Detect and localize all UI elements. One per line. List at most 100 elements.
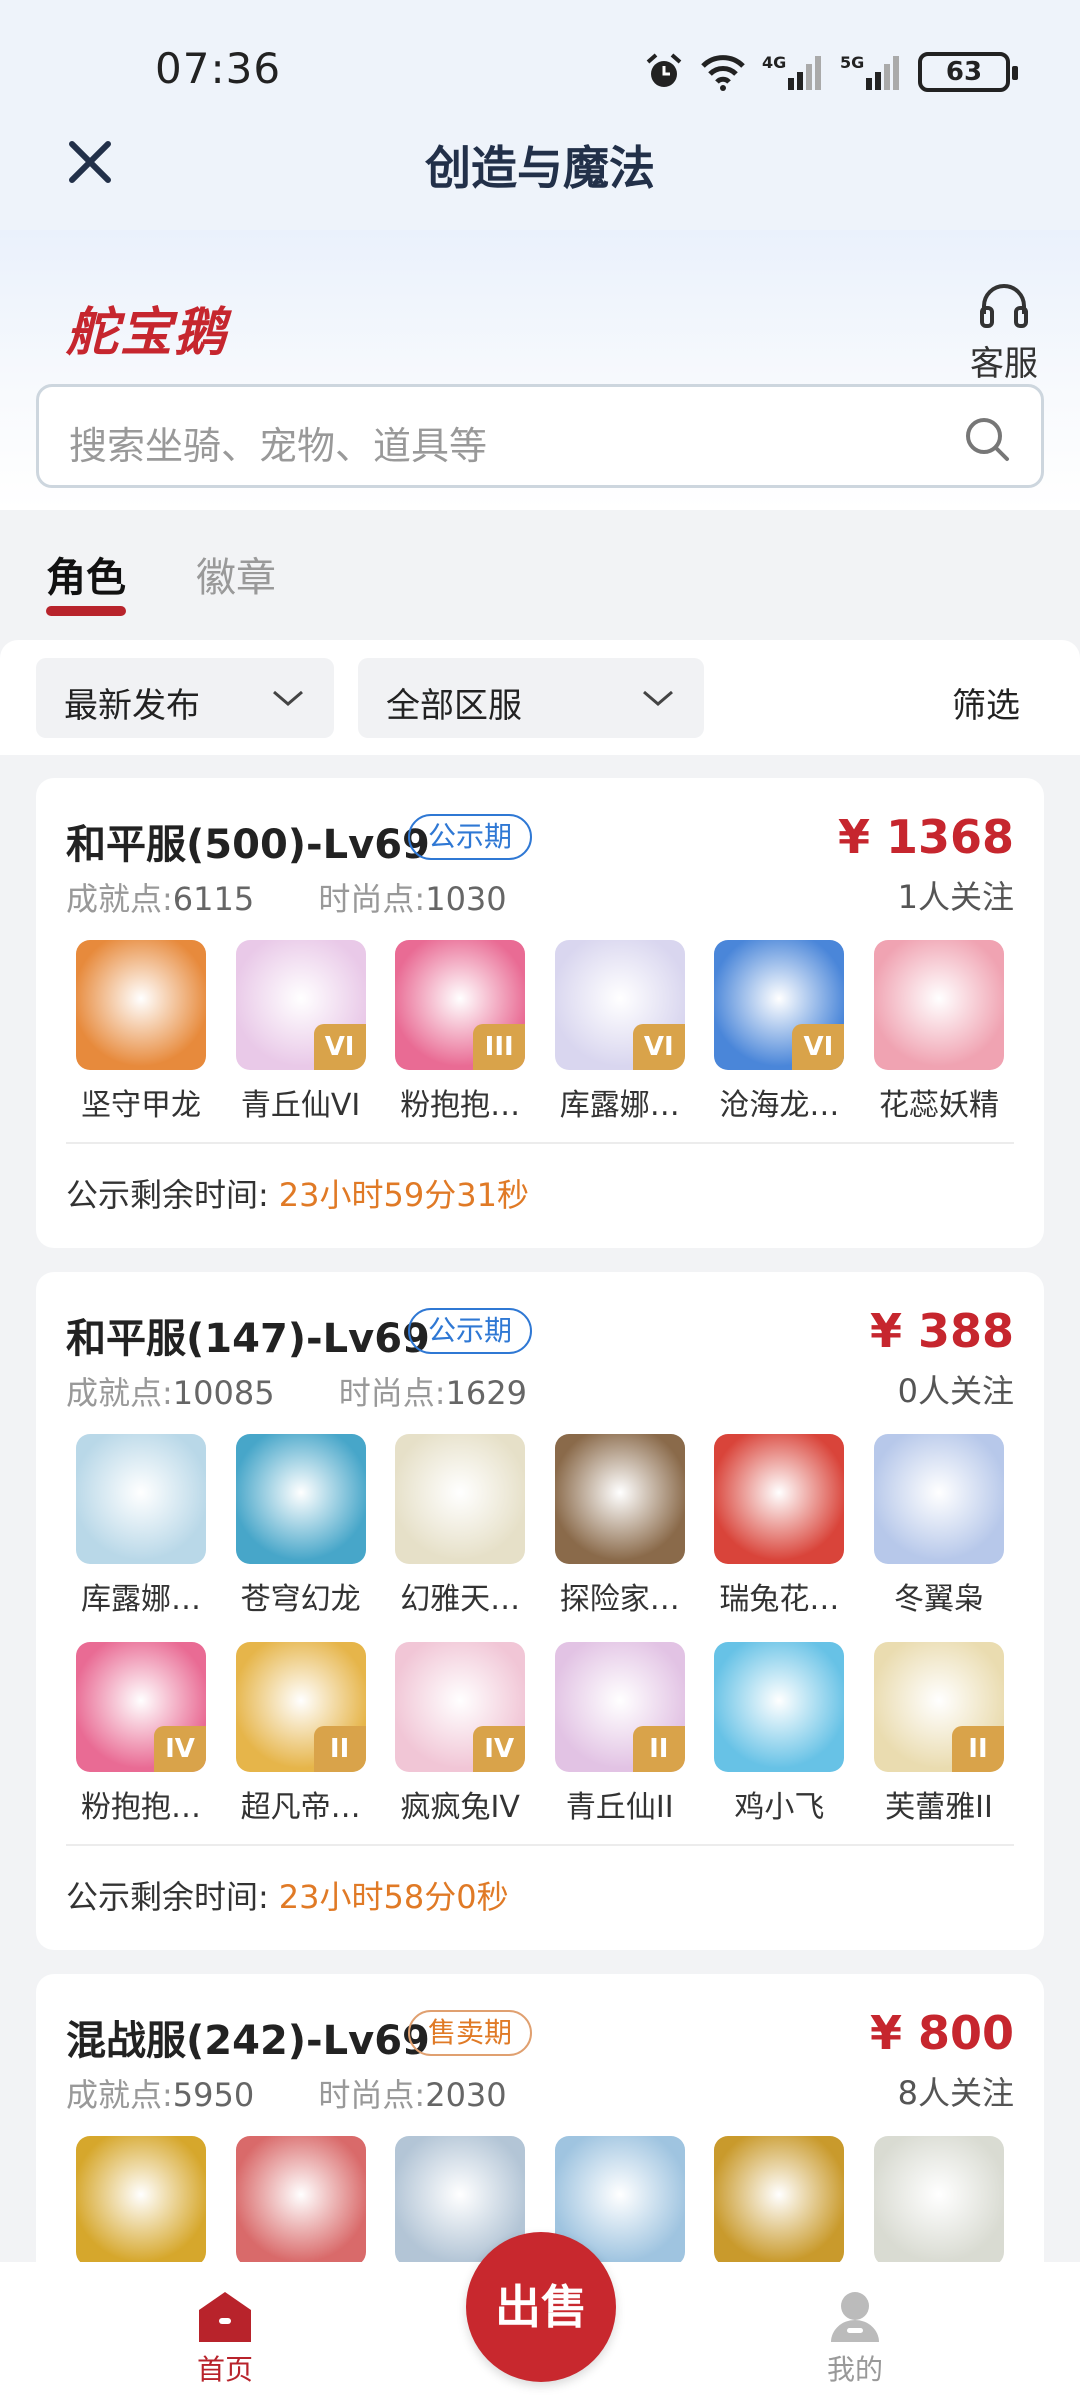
fashion-label: 时尚点: — [318, 2076, 426, 2114]
item-image — [76, 940, 206, 1070]
item-tile[interactable]: 花蕊妖精 — [864, 940, 1014, 1124]
item-tile[interactable]: 坚守甲龙 — [66, 940, 216, 1124]
item-tile[interactable]: 幻雅天… — [385, 1434, 535, 1618]
achievement-label: 成就点: — [66, 1374, 173, 1412]
item-image: VI — [235, 940, 366, 1070]
item-image — [76, 2136, 206, 2262]
tab-role[interactable]: 角色 — [46, 545, 126, 603]
item-tile[interactable]: 探险家… — [545, 1434, 695, 1618]
sort-dropdown[interactable]: 最新发布 — [36, 658, 334, 738]
item-name: 芙蕾雅II — [885, 1790, 993, 1825]
sort-dropdown-label: 最新发布 — [64, 686, 200, 726]
item-name: 坚守甲龙 — [81, 1088, 201, 1123]
item-image — [235, 1434, 366, 1564]
listing-title: 和平服(147)-Lv69 — [66, 1316, 430, 1362]
item-level-badge: III — [473, 1024, 526, 1070]
item-image: II — [873, 1642, 1004, 1772]
customer-service-button[interactable]: 客服 — [964, 280, 1044, 385]
alarm-icon — [646, 53, 682, 87]
item-tile[interactable]: VI 青丘仙VI — [226, 940, 376, 1124]
item-name: 库露娜… — [81, 1582, 201, 1617]
tab-home[interactable]: 首页 — [190, 2290, 260, 2388]
listing-price: ¥ 800 — [869, 2006, 1014, 2060]
item-level-badge: IV — [154, 1726, 206, 1772]
item-name: 花蕊妖精 — [878, 1088, 999, 1123]
divider — [66, 1142, 1014, 1144]
status-badge: 公示期 — [408, 1308, 533, 1354]
item-tile[interactable]: 库露娜… — [66, 1434, 216, 1618]
item-image: IV — [76, 1642, 206, 1772]
item-name: 幻雅天… — [400, 1582, 521, 1617]
item-tile[interactable]: II 芙蕾雅II — [864, 1642, 1014, 1826]
item-image: IV — [395, 1642, 526, 1772]
item-tile[interactable]: IV 粉抱抱… — [66, 1642, 216, 1826]
tab-badge[interactable]: 徽章 — [196, 545, 276, 603]
filter-bar: 最新发布 全部区服 筛选 — [0, 640, 1080, 755]
listing-card[interactable]: 和平服(147)-Lv69 公示期 ¥ 388 0人关注 成就点:10085 时… — [36, 1272, 1044, 1950]
status-badge: 公示期 — [408, 814, 533, 860]
item-name: 苍穹幻龙 — [240, 1582, 361, 1617]
item-tile[interactable]: IV 疯疯兔IV — [385, 1642, 535, 1826]
status-time: 07:36 — [155, 44, 282, 93]
item-name: 青丘仙II — [565, 1790, 674, 1825]
battery-level: 63 — [945, 57, 983, 87]
item-name: 超凡帝… — [240, 1790, 361, 1825]
item-name: 粉抱抱… — [81, 1790, 201, 1825]
headset-icon — [980, 284, 1028, 328]
item-level-badge: VI — [313, 1024, 366, 1070]
search-icon[interactable] — [963, 415, 1011, 463]
item-image — [873, 940, 1004, 1070]
item-tile[interactable]: II 超凡帝… — [226, 1642, 376, 1826]
item-image — [76, 1434, 206, 1564]
item-name: 粉抱抱… — [400, 1088, 521, 1123]
nav-bar: 创造与魔法 — [0, 120, 1080, 230]
item-tile[interactable]: II 青丘仙II — [545, 1642, 695, 1826]
region-dropdown[interactable]: 全部区服 — [358, 658, 704, 738]
item-image: VI — [714, 940, 845, 1070]
item-level-badge: II — [632, 1726, 685, 1772]
item-tile[interactable]: 冬翼枭 — [864, 1434, 1014, 1618]
brand-logo: 舵宝鹅 — [66, 303, 229, 363]
status-badge: 售卖期 — [408, 2010, 533, 2056]
item-tile[interactable]: 苍穹幻龙 — [226, 1434, 376, 1618]
item-tile[interactable] — [704, 2136, 854, 2262]
search-input[interactable]: 搜索坐骑、宠物、道具等 — [36, 384, 1044, 488]
listing-card[interactable]: 混战服(242)-Lv69 售卖期 ¥ 800 8人关注 成就点:5950 时尚… — [36, 1974, 1044, 2262]
signal-4g-icon: 4G — [762, 53, 821, 90]
user-icon — [831, 2292, 879, 2342]
item-tile[interactable]: 瑞兔花… — [704, 1434, 854, 1618]
item-level-badge: II — [313, 1726, 366, 1772]
wifi-icon — [701, 55, 745, 91]
listing-card[interactable]: 和平服(500)-Lv69 公示期 ¥ 1368 1人关注 成就点:6115 时… — [36, 778, 1044, 1248]
fashion-label: 时尚点: — [318, 880, 426, 918]
item-tile[interactable] — [864, 2136, 1014, 2262]
item-image — [714, 1434, 845, 1564]
fashion-value: 1629 — [445, 1374, 527, 1412]
achievement-value: 5950 — [172, 2076, 255, 2114]
item-tile[interactable]: 鸡小飞 — [704, 1642, 854, 1826]
remaining-time: 公示剩余时间: 23小时59分31秒 — [66, 1170, 529, 1216]
listing-points: 成就点:6115 时尚点:1030 — [66, 874, 507, 920]
achievement-label: 成就点: — [66, 2076, 173, 2114]
brand-header: 舵宝鹅 客服 搜索坐骑、宠物、道具等 — [0, 230, 1080, 510]
sell-button[interactable]: 出售 — [466, 2232, 616, 2382]
item-tile[interactable] — [226, 2136, 376, 2262]
remaining-time-label: 公示剩余时间: — [66, 1878, 269, 1916]
fashion-value: 2030 — [425, 2076, 507, 2114]
item-image: II — [554, 1642, 685, 1772]
tab-mine[interactable]: 我的 — [820, 2290, 890, 2388]
item-name: 库露娜… — [559, 1088, 680, 1123]
item-image: III — [395, 940, 526, 1070]
listing-title: 和平服(500)-Lv69 — [66, 822, 430, 868]
item-tile[interactable]: III 粉抱抱… — [385, 940, 535, 1124]
search-placeholder: 搜索坐骑、宠物、道具等 — [69, 424, 488, 468]
item-row: 库露娜… 苍穹幻龙 幻雅天… 探险家… 瑞兔花… 冬翼枭 — [66, 1434, 1014, 1618]
category-tabs: 角色 徽章 — [0, 510, 1080, 640]
item-image — [873, 2136, 1004, 2262]
item-name: 疯疯兔IV — [400, 1790, 520, 1825]
item-tile[interactable]: VI 沧海龙… — [704, 940, 854, 1124]
filter-button[interactable]: 筛选 — [952, 678, 1020, 727]
item-tile[interactable] — [66, 2136, 216, 2262]
item-tile[interactable]: VI 库露娜… — [545, 940, 695, 1124]
item-level-badge: IV — [473, 1726, 526, 1772]
